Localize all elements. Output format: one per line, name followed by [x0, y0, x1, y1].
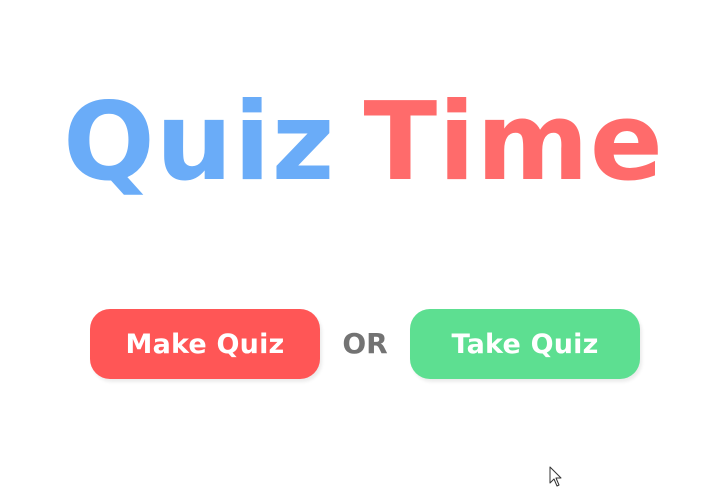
take-quiz-button[interactable]: Take Quiz	[410, 309, 640, 379]
or-separator: OR	[342, 327, 388, 360]
make-quiz-button[interactable]: Make Quiz	[90, 309, 320, 379]
quiz-home-page: Quiz Time Make Quiz OR Take Quiz	[0, 0, 727, 494]
app-title: Quiz Time	[0, 78, 727, 208]
title-word-time: Time	[363, 80, 665, 205]
title-word-quiz: Quiz	[62, 80, 336, 205]
mouse-pointer-icon	[549, 466, 562, 487]
